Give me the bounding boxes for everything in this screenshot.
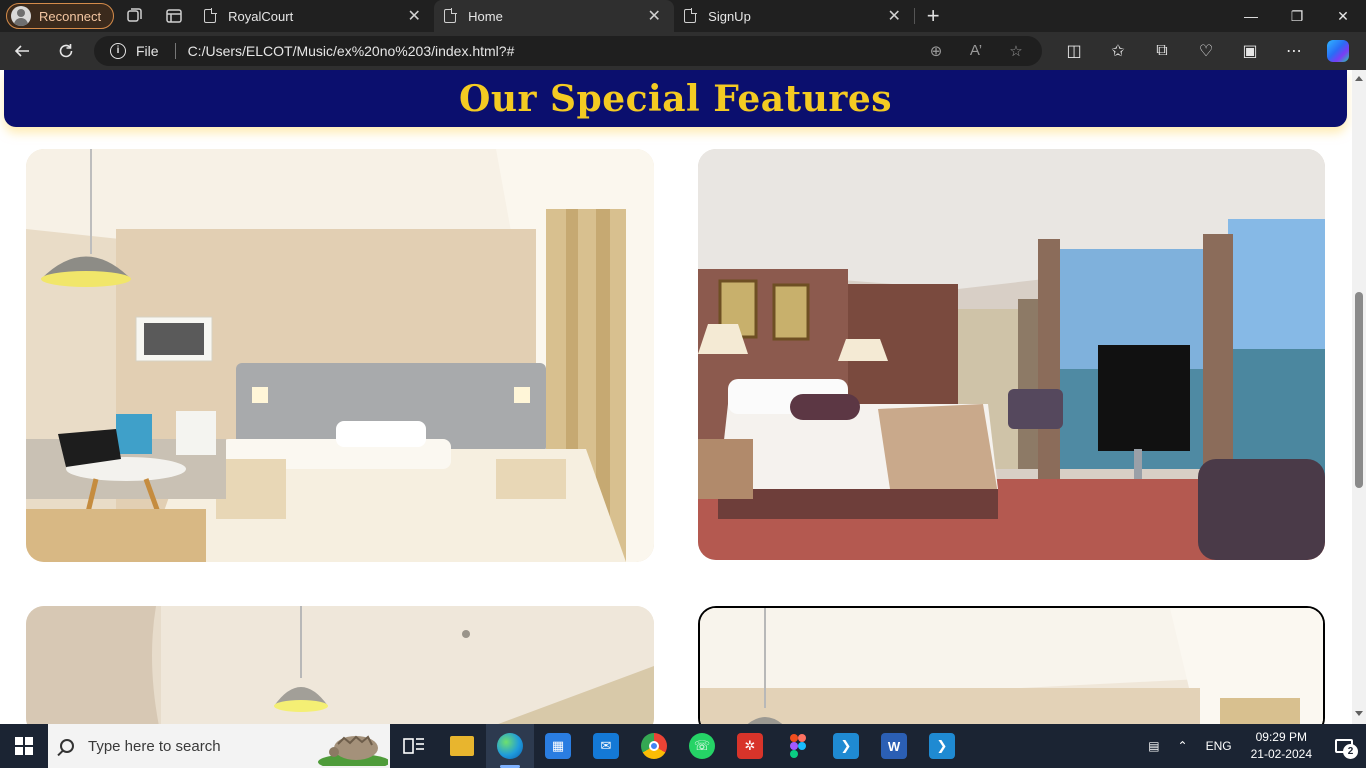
collections-icon[interactable]: ⧉	[1140, 32, 1184, 70]
figma-button[interactable]	[774, 724, 822, 768]
workspaces-icon[interactable]	[114, 0, 154, 32]
tab-label: SignUp	[708, 8, 751, 24]
tab-home[interactable]: Home ✕	[434, 0, 675, 32]
page-viewport: Our Special Features	[0, 70, 1366, 724]
tab-royalcourt[interactable]: RoyalCourt ✕	[194, 0, 434, 32]
file-explorer-button[interactable]	[438, 724, 486, 768]
room-photo-1	[26, 149, 654, 562]
taskbar-search[interactable]: Type here to search	[48, 724, 390, 768]
minimize-button[interactable]: —	[1228, 0, 1274, 32]
close-tab-icon[interactable]: ✕	[644, 6, 664, 26]
address-separator	[174, 43, 176, 59]
folder-icon	[450, 736, 474, 756]
store-icon: ▦	[545, 733, 571, 759]
taskbar: Type here to search ▦ ✉ ☏ ✲ ❯ W ❯ ▤ ⌃ EN…	[0, 724, 1366, 768]
url-scheme: File	[136, 43, 159, 59]
vertical-tabs-icon[interactable]	[154, 0, 194, 32]
clock-time: 09:29 PM	[1255, 730, 1307, 744]
browser-tab-strip: Reconnect RoyalCourt ✕ Home ✕ SignUp ✕ +…	[0, 0, 1366, 32]
url-text[interactable]: C:/Users/ELCOT/Music/ex%20no%203/index.h…	[188, 43, 916, 59]
browser-essentials-icon[interactable]: ▣	[1228, 32, 1272, 70]
split-screen-icon[interactable]: ◫	[1052, 32, 1096, 70]
figma-icon	[790, 734, 806, 758]
clock-date: 21-02-2024	[1250, 747, 1312, 761]
zoom-icon[interactable]: ⊕	[916, 42, 956, 60]
room-photo-2	[698, 149, 1325, 560]
vscode-button-2[interactable]: ❯	[918, 724, 966, 768]
edge-button[interactable]	[486, 724, 534, 768]
red-app-icon: ✲	[737, 733, 763, 759]
profile-label: Reconnect	[39, 8, 102, 24]
room-photo-3	[26, 606, 654, 724]
site-info-icon[interactable]: i	[110, 43, 126, 59]
clock[interactable]: 09:29 PM 21-02-2024	[1241, 729, 1322, 763]
restore-button[interactable]: ❐	[1274, 0, 1320, 32]
windows-icon	[15, 737, 33, 755]
page-scrollbar[interactable]	[1352, 70, 1366, 724]
search-icon	[60, 739, 74, 753]
edge-icon	[497, 733, 523, 759]
system-tray: ▤ ⌃ ENG 09:29 PM 21-02-2024 2	[1139, 724, 1366, 768]
copilot-icon[interactable]	[1316, 32, 1360, 70]
refresh-button[interactable]	[44, 32, 88, 70]
profile-button[interactable]: Reconnect	[6, 3, 115, 29]
vscode-button[interactable]: ❯	[822, 724, 870, 768]
features-banner: Our Special Features	[4, 70, 1347, 127]
scrollbar-thumb[interactable]	[1355, 292, 1363, 488]
more-options-icon[interactable]: ⋯	[1272, 32, 1316, 70]
whatsapp-button[interactable]: ☏	[678, 724, 726, 768]
favorite-star-icon[interactable]: ☆	[996, 42, 1036, 60]
scroll-up-icon[interactable]	[1355, 76, 1363, 81]
page-icon	[684, 8, 698, 23]
chevron-up-icon[interactable]: ⌃	[1169, 724, 1197, 768]
close-tab-icon[interactable]: ✕	[404, 6, 424, 26]
mail-button[interactable]: ✉	[582, 724, 630, 768]
chrome-button[interactable]	[630, 724, 678, 768]
notifications-button[interactable]: 2	[1322, 724, 1366, 768]
tab-label: Home	[468, 8, 503, 24]
tab-signup[interactable]: SignUp ✕	[674, 0, 914, 32]
whatsapp-icon: ☏	[689, 733, 715, 759]
window-controls: — ❐ ✕	[1228, 0, 1366, 32]
word-button[interactable]: W	[870, 724, 918, 768]
close-tab-icon[interactable]: ✕	[884, 6, 904, 26]
chrome-icon	[641, 733, 667, 759]
search-highlight-image	[318, 735, 388, 766]
search-placeholder: Type here to search	[88, 737, 221, 755]
back-button[interactable]	[0, 32, 44, 70]
red-app-button[interactable]: ✲	[726, 724, 774, 768]
new-tab-button[interactable]: +	[915, 0, 951, 32]
performance-icon[interactable]: ♡	[1184, 32, 1228, 70]
favorites-icon[interactable]: ✩	[1096, 32, 1140, 70]
keyboard-icon[interactable]: ▤	[1139, 724, 1168, 768]
close-window-button[interactable]: ✕	[1320, 0, 1366, 32]
tab-label: RoyalCourt	[228, 8, 294, 24]
task-view-button[interactable]	[390, 724, 438, 768]
browser-toolbar: i File C:/Users/ELCOT/Music/ex%20no%203/…	[0, 32, 1366, 70]
read-aloud-icon[interactable]: A’	[956, 42, 996, 60]
scroll-down-icon[interactable]	[1355, 711, 1363, 716]
room-photo-4	[698, 606, 1325, 724]
avatar-icon	[11, 6, 31, 26]
vscode-icon: ❯	[833, 733, 859, 759]
mail-icon: ✉	[593, 733, 619, 759]
page-icon	[204, 8, 218, 23]
page-title: Our Special Features	[459, 77, 892, 120]
page-icon	[444, 8, 458, 23]
address-bar[interactable]: i File C:/Users/ELCOT/Music/ex%20no%203/…	[94, 36, 1042, 66]
microsoft-store-button[interactable]: ▦	[534, 724, 582, 768]
word-icon: W	[881, 733, 907, 759]
vscode-icon: ❯	[929, 733, 955, 759]
notification-count: 2	[1343, 744, 1358, 759]
start-button[interactable]	[0, 724, 48, 768]
language-indicator[interactable]: ENG	[1197, 724, 1241, 768]
